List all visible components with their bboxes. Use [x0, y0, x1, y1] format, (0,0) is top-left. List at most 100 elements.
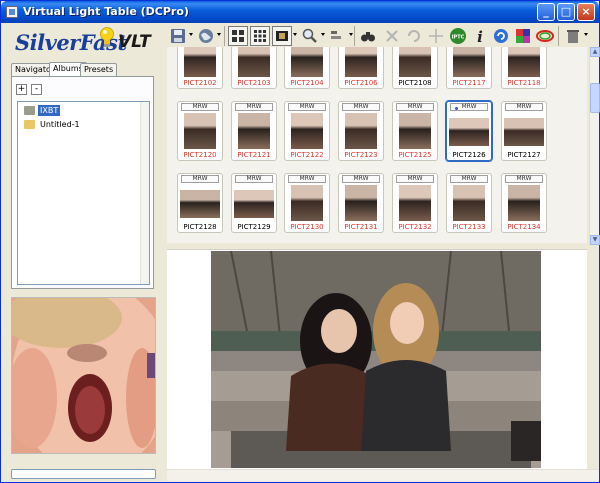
format-badge: MRW	[181, 175, 219, 183]
zoom-dropdown-icon[interactable]	[321, 33, 325, 36]
thumbnail-caption: PICT2123	[344, 151, 378, 159]
thumbnail-pict2127[interactable]: MRW PICT2127	[501, 101, 547, 161]
thumbnail-scrollbar[interactable]: ▲ ▼	[589, 47, 600, 245]
albums-panel: + - IXBT Untitled-1	[11, 76, 154, 289]
globe-dropdown-icon[interactable]	[217, 33, 221, 36]
thumbnail-image	[453, 47, 485, 77]
thumbnail-caption: PICT2128	[183, 223, 217, 231]
preview-horizontal-scrollbar[interactable]	[167, 469, 599, 481]
tab-presets[interactable]: Presets	[80, 63, 118, 76]
scroll-down-button[interactable]: ▼	[590, 235, 600, 245]
add-album-button[interactable]: +	[16, 84, 27, 95]
tree-scrollbar[interactable]	[140, 102, 149, 284]
globe-icon[interactable]	[196, 26, 216, 46]
thumbnail-pict2133[interactable]: MRW PICT2133	[446, 173, 492, 233]
binoculars-icon[interactable]	[358, 26, 378, 46]
refresh-icon[interactable]	[491, 26, 511, 46]
thumbnail-image	[504, 118, 544, 146]
thumbnail-pict2129[interactable]: MRW PICT2129	[231, 173, 277, 233]
zoom-icon[interactable]	[300, 26, 320, 46]
maximize-button[interactable]: □	[557, 3, 575, 21]
thumbnail-pict2122[interactable]: MRW PICT2122	[284, 101, 330, 161]
thumbnail-caption: PICT2130	[290, 223, 324, 231]
format-badge: MRW	[396, 175, 434, 183]
thumbnail-caption: PICT2121	[237, 151, 271, 159]
thumbnail-image	[399, 185, 431, 221]
thumbnail-caption: PICT2133	[452, 223, 486, 231]
thumbnail-pict2123[interactable]: MRW PICT2123	[338, 101, 384, 161]
thumbnail-pict2125[interactable]: MRW PICT2125	[392, 101, 438, 161]
colors-icon[interactable]	[513, 26, 533, 46]
thumbnail-pict2118[interactable]: PICT2118	[501, 47, 547, 89]
iptc-icon[interactable]: IPTC	[448, 26, 468, 46]
thumbnail-pict2108[interactable]: PICT2108	[392, 47, 438, 89]
delete-x-icon[interactable]	[382, 26, 402, 46]
trash-dropdown-icon[interactable]	[584, 33, 588, 36]
thumbnail-image	[291, 47, 323, 77]
tree-item-untitled-1[interactable]: Untitled-1	[24, 118, 82, 130]
thumbnail-pict2103[interactable]: PICT2103	[231, 47, 277, 89]
save-dropdown-icon[interactable]	[189, 33, 193, 36]
thumbnail-pict2121[interactable]: MRW PICT2121	[231, 101, 277, 161]
format-badge: MRW	[396, 103, 434, 111]
thumbnail-pict2132[interactable]: MRW PICT2132	[392, 173, 438, 233]
film-icon[interactable]	[272, 26, 292, 46]
thumbnail-caption: PICT2118	[507, 79, 541, 87]
sort-dropdown-icon[interactable]	[349, 33, 353, 36]
tree-item-label: Untitled-1	[40, 119, 80, 129]
rgb-icon[interactable]	[535, 26, 555, 46]
sort-icon[interactable]	[328, 26, 348, 46]
svg-text:i: i	[477, 28, 483, 44]
format-badge: MRW	[505, 103, 543, 111]
title-bar[interactable]: Virtual Light Table (DCPro) _ □ ×	[1, 1, 599, 23]
progress-bar	[11, 469, 156, 479]
trash-icon[interactable]	[563, 26, 583, 46]
thumbnail-caption: PICT2104	[290, 79, 324, 87]
tree-item-ixbt[interactable]: IXBT	[24, 104, 61, 116]
close-button[interactable]: ×	[577, 3, 595, 21]
thumbnail-pict2131[interactable]: MRW PICT2131	[338, 173, 384, 233]
grid-large-icon[interactable]	[228, 26, 248, 46]
thumbnail-pict2134[interactable]: MRW PICT2134	[501, 173, 547, 233]
grid-small-icon[interactable]	[250, 26, 270, 46]
tree-item-label: IXBT	[38, 104, 61, 116]
scroll-thumb[interactable]	[590, 83, 600, 113]
scroll-up-button[interactable]: ▲	[590, 47, 600, 57]
app-window: Virtual Light Table (DCPro) _ □ × Silver…	[0, 0, 600, 483]
format-badge: MRW	[450, 175, 488, 183]
thumbnail-pict2120[interactable]: MRW PICT2120	[177, 101, 223, 161]
minimize-button[interactable]: _	[537, 3, 555, 21]
film-dropdown-icon[interactable]	[293, 33, 297, 36]
albums-tree: IXBT Untitled-1	[17, 101, 150, 285]
transform-icon[interactable]	[426, 26, 446, 46]
thumbnail-image	[291, 113, 323, 149]
remove-album-button[interactable]: -	[31, 84, 42, 95]
silverfast-logo: SilverFast VLT	[7, 27, 162, 57]
thumbnail-pict2106[interactable]: PICT2106	[338, 47, 384, 89]
thumbnail-pict2117[interactable]: PICT2117	[446, 47, 492, 89]
folder-icon	[24, 105, 35, 115]
thumbnail-pict2104[interactable]: PICT2104	[284, 47, 330, 89]
toolbar-separator	[224, 26, 225, 46]
thumbnail-caption: PICT2127	[507, 151, 541, 159]
thumbnail-image	[345, 47, 377, 77]
thumbnail-image	[345, 185, 377, 221]
thumbnail-pict2126[interactable]: MRW PICT2126	[445, 100, 493, 162]
rotate-icon[interactable]	[404, 26, 424, 46]
thumbnail-pict2102[interactable]: PICT2102	[177, 47, 223, 89]
format-badge: MRW	[505, 175, 543, 183]
thumbnail-pict2128[interactable]: MRW PICT2128	[177, 173, 223, 233]
format-badge: MRW	[235, 103, 273, 111]
format-badge: MRW	[235, 175, 273, 183]
info-icon[interactable]: i	[470, 26, 490, 46]
thumbnail-image	[508, 47, 540, 77]
thumbnail-caption: PICT2134	[507, 223, 541, 231]
thumbnail-caption: PICT2120	[183, 151, 217, 159]
svg-text:IPTC: IPTC	[452, 35, 465, 41]
thumbnail-image	[399, 113, 431, 149]
save-icon[interactable]	[168, 26, 188, 46]
thumbnail-caption: PICT2117	[452, 79, 486, 87]
thumbnail-image	[238, 113, 270, 149]
thumbnail-pict2130[interactable]: MRW PICT2130	[284, 173, 330, 233]
thumbnail-image	[184, 113, 216, 149]
